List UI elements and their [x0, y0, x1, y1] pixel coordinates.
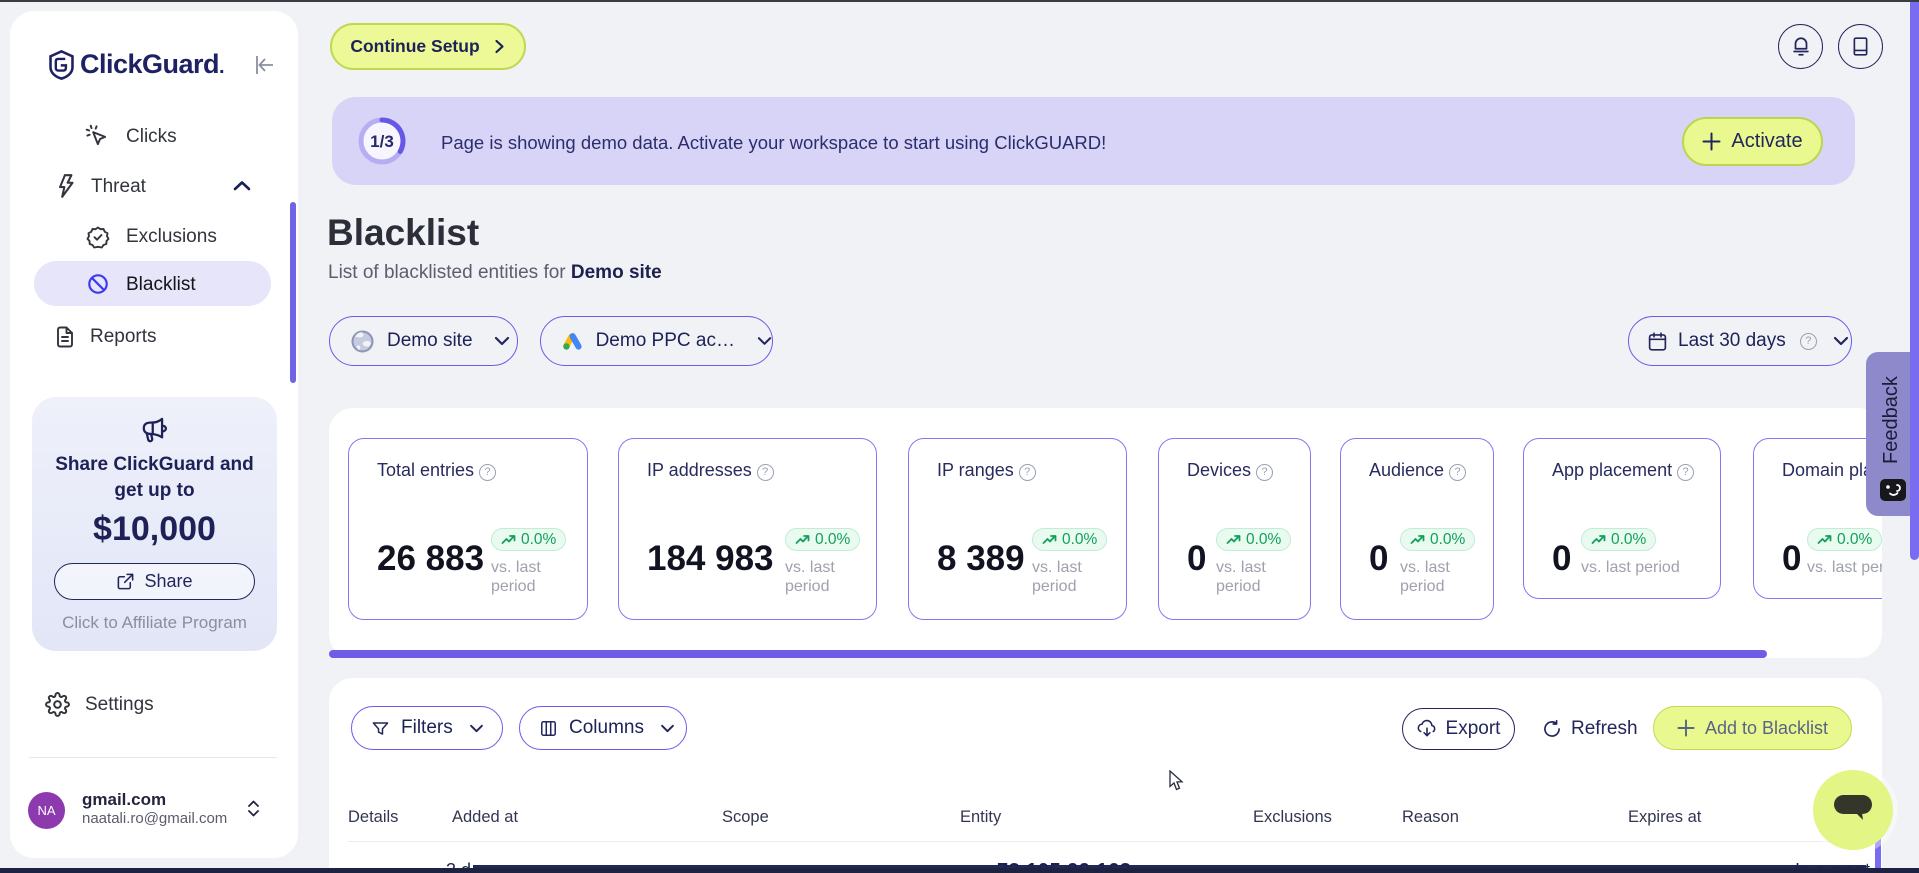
svg-text:Feedback: Feedback — [1880, 375, 1902, 464]
svg-text:1/3: 1/3 — [370, 132, 394, 151]
